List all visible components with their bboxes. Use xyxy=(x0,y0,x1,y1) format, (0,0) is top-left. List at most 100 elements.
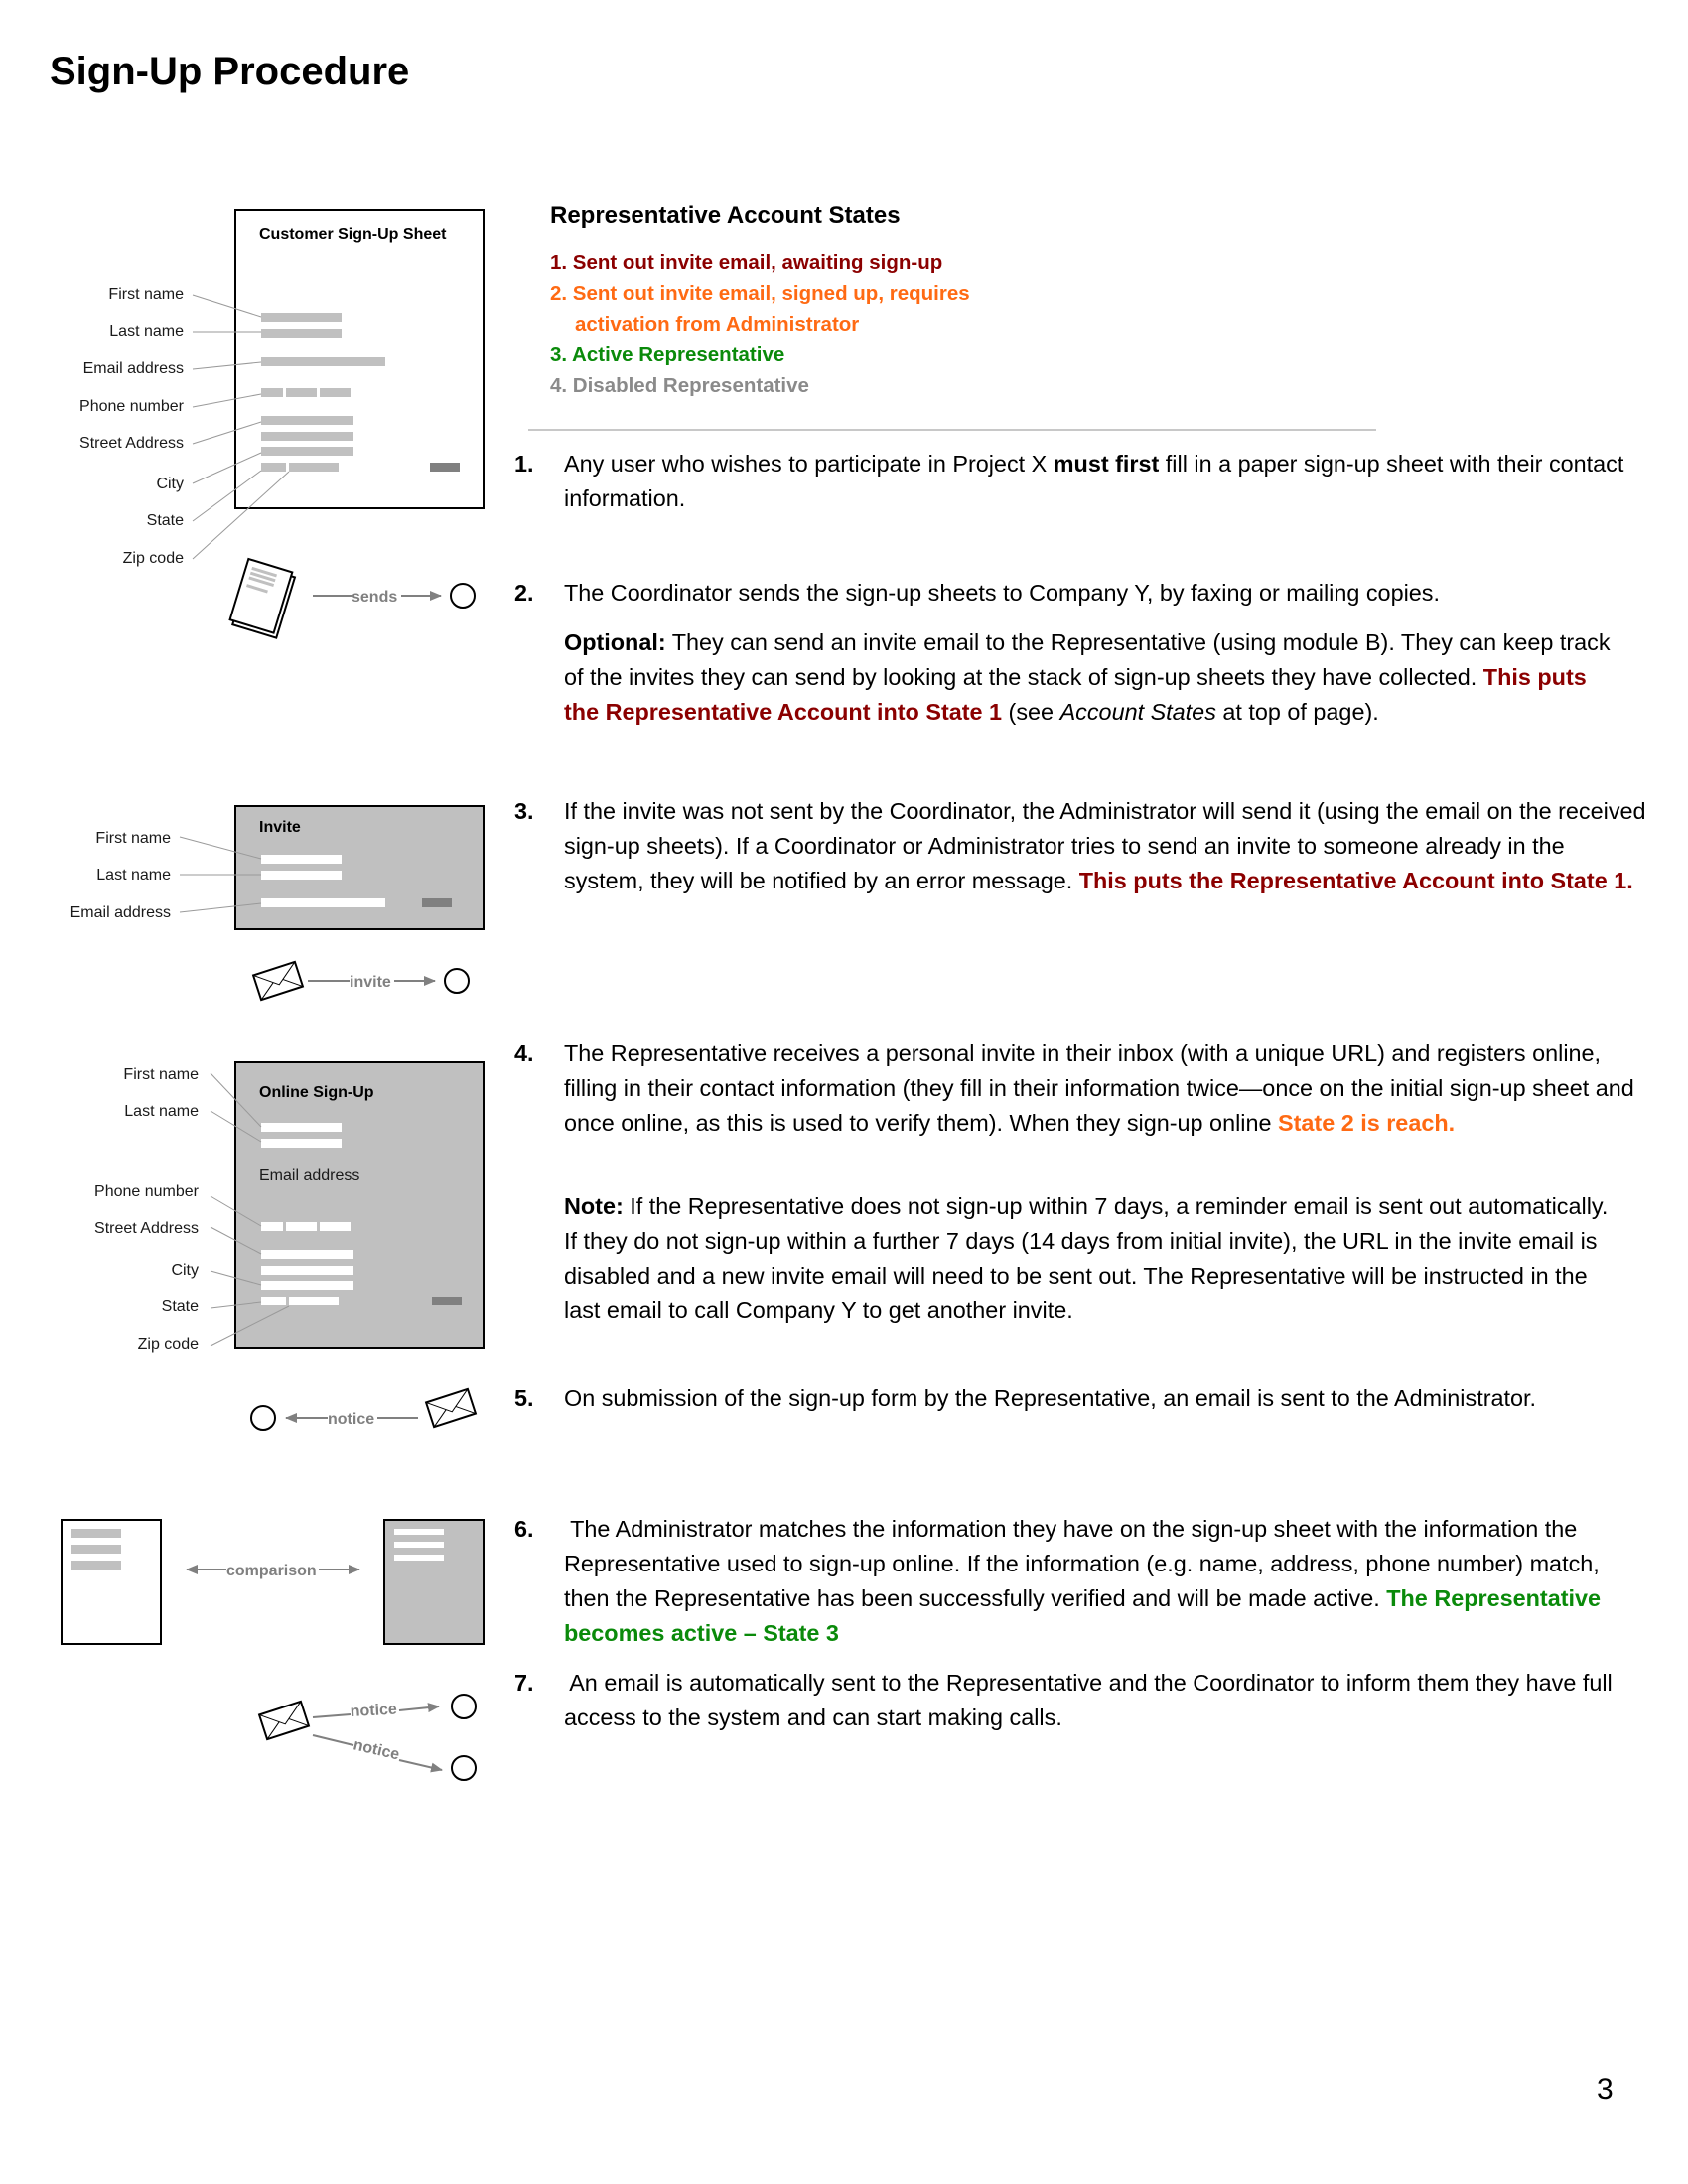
label-first-name: First name xyxy=(95,830,171,847)
field-state xyxy=(261,463,286,472)
online-labels: First name Last name Phone number Street… xyxy=(94,1066,200,1353)
label-email: Email address xyxy=(70,904,171,921)
page-number: 3 xyxy=(1597,2073,1614,2106)
notice-label-2: notice xyxy=(352,1736,401,1763)
step-3: 3. If the invite was not sent by the Coor… xyxy=(514,794,1646,898)
step-number: 5. xyxy=(514,1385,534,1411)
company-node-icon xyxy=(450,583,476,609)
online-signup-form: Online Sign-Up Email address First name … xyxy=(94,1061,485,1353)
step-6: 6. The Administrator matches the informa… xyxy=(514,1512,1646,1651)
document-stack-icon xyxy=(228,557,297,639)
representative-node-icon xyxy=(451,1694,477,1719)
label-street: Street Address xyxy=(94,1220,199,1237)
step-5: 5. On submission of the sign-up form by t… xyxy=(514,1381,1646,1416)
label-phone: Phone number xyxy=(79,398,185,415)
state-2-line2: activation from Administrator xyxy=(575,313,860,336)
invite-email xyxy=(261,898,385,907)
label-last-name: Last name xyxy=(109,323,184,340)
representative-node-icon xyxy=(444,968,470,994)
customer-signup-sheet: Customer Sign-Up Sheet First name Last n… xyxy=(79,209,485,567)
notice-label-1: notice xyxy=(350,1702,397,1720)
administrator-node-icon xyxy=(250,1405,276,1431)
invite-title: Invite xyxy=(259,819,301,836)
notice-label: notice xyxy=(328,1411,374,1428)
submit-button-shape xyxy=(430,463,460,472)
online-form-thumbnail xyxy=(383,1519,485,1645)
label-street: Street Address xyxy=(79,435,184,452)
label-state: State xyxy=(147,512,184,529)
sends-label: sends xyxy=(352,589,397,606)
step-4-note: Note: If the Representative does not sig… xyxy=(564,1189,1626,1328)
note-label: Note: xyxy=(564,1193,624,1219)
online-signup-title: Online Sign-Up xyxy=(259,1084,374,1101)
coordinator-node-icon xyxy=(451,1755,477,1781)
step-number: 1. xyxy=(514,451,534,477)
field-street-2 xyxy=(261,432,353,441)
optional-text: They can send an invite email to the Rep… xyxy=(564,629,1611,690)
label-city: City xyxy=(171,1262,199,1279)
invite-last-name xyxy=(261,871,342,880)
comparison-label: comparison xyxy=(226,1563,317,1579)
step-number: 3. xyxy=(514,798,534,824)
step-text: Any user who wishes to participate in Pr… xyxy=(564,451,1054,477)
invite-form: Invite First name Last name Email addres… xyxy=(70,805,485,930)
step-1: 1. Any user who wishes to participate in … xyxy=(514,447,1646,516)
invite-first-name xyxy=(261,855,342,864)
paper-sheet-thumbnail xyxy=(61,1519,162,1645)
label-zip: Zip code xyxy=(123,550,184,567)
invite-labels: First name Last name Email address xyxy=(70,830,171,921)
field-email xyxy=(261,357,385,366)
field-street-1 xyxy=(261,416,353,425)
step-number: 4. xyxy=(514,1040,534,1066)
note-text: If the Representative does not sign-up w… xyxy=(564,1193,1609,1323)
online-zip xyxy=(289,1297,339,1305)
notice-flow: notice xyxy=(250,1387,478,1431)
state-2-line1: 2. Sent out invite email, signed up, req… xyxy=(550,282,970,305)
final-notice-flow: notice notice xyxy=(257,1694,477,1781)
label-first-name: First name xyxy=(108,286,184,303)
label-last-name: Last name xyxy=(124,1103,199,1120)
state-1-highlight: This puts the Representative Account int… xyxy=(1078,868,1633,893)
label-email: Email address xyxy=(83,360,184,377)
sheet-title: Customer Sign-Up Sheet xyxy=(259,226,447,243)
online-phone-3 xyxy=(320,1222,351,1231)
online-city xyxy=(261,1281,353,1290)
field-zip xyxy=(289,463,339,472)
field-phone-3 xyxy=(320,388,351,397)
account-states-reference: Account States xyxy=(1059,699,1216,725)
step-text: The Coordinator sends the sign-up sheets… xyxy=(564,580,1440,606)
invite-flow: invite xyxy=(251,960,470,1002)
account-states-heading: Representative Account States xyxy=(550,203,901,229)
online-first-name xyxy=(261,1123,342,1132)
label-zip: Zip code xyxy=(138,1336,199,1353)
online-phone-2 xyxy=(286,1222,317,1231)
envelope-icon xyxy=(251,960,305,1002)
label-city: City xyxy=(156,476,184,492)
label-last-name: Last name xyxy=(96,867,171,884)
step-text: The Representative receives a personal i… xyxy=(564,1040,1634,1136)
field-last-name xyxy=(261,329,342,338)
optional-text: (see xyxy=(1002,699,1060,725)
step-2-optional: Optional: They can send an invite email … xyxy=(564,625,1626,730)
online-street-1 xyxy=(261,1250,353,1259)
label-state: State xyxy=(162,1298,199,1315)
field-city xyxy=(261,447,353,456)
step-number: 7. xyxy=(514,1670,534,1696)
state-1-item: 1. Sent out invite email, awaiting sign-… xyxy=(550,251,943,274)
state-4-item: 4. Disabled Representative xyxy=(550,374,809,397)
label-first-name: First name xyxy=(123,1066,199,1083)
state-2-item: 2. Sent out invite email, signed up, req… xyxy=(550,278,1027,340)
online-phone-1 xyxy=(261,1222,283,1231)
field-phone-1 xyxy=(261,388,283,397)
step-text: An email is automatically sent to the Re… xyxy=(564,1670,1613,1730)
online-last-name xyxy=(261,1139,342,1148)
field-first-name xyxy=(261,313,342,322)
envelope-icon xyxy=(257,1700,311,1741)
sheet-labels: First name Last name Email address Phone… xyxy=(79,286,185,567)
optional-text: at top of page). xyxy=(1215,699,1379,725)
invite-send-button-shape xyxy=(422,898,452,907)
procedure-diagrams: Customer Sign-Up Sheet First name Last n… xyxy=(61,209,485,1781)
step-7: 7. An email is automatically sent to the… xyxy=(514,1666,1646,1735)
envelope-icon xyxy=(424,1387,478,1429)
online-email-label: Email address xyxy=(259,1167,359,1184)
